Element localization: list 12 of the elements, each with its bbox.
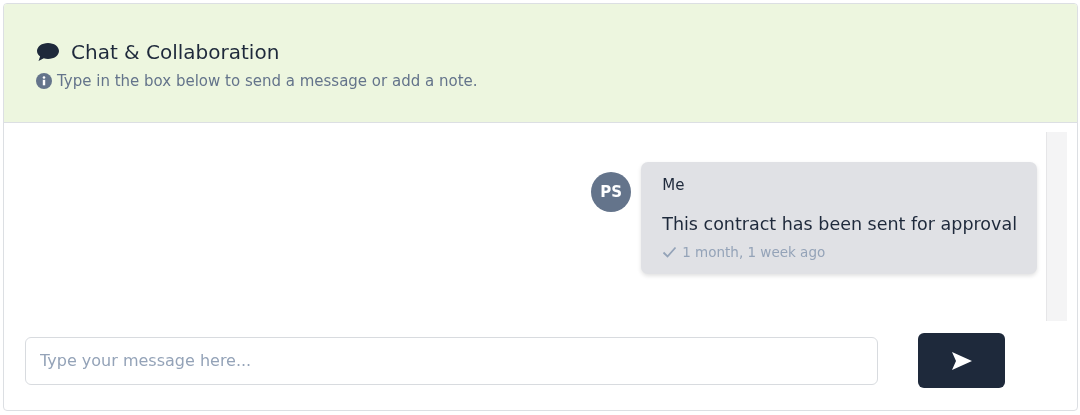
timestamp: 1 month, 1 week ago xyxy=(682,244,826,260)
send-icon xyxy=(950,350,973,371)
scrollbar[interactable] xyxy=(1046,132,1067,321)
author-name: Me xyxy=(662,176,686,194)
info-icon xyxy=(36,73,52,89)
message-input[interactable]: Type your message here... xyxy=(25,336,878,385)
chat-icon xyxy=(36,42,60,62)
avatar: PS xyxy=(591,172,632,212)
send-button[interactable] xyxy=(918,333,1005,388)
hint-text: Type in the box below to send a message or add a note. xyxy=(57,72,478,90)
panel-title: Chat & Collaboration xyxy=(71,40,280,64)
message-text: This contract has been sent for approval xyxy=(662,214,1017,234)
